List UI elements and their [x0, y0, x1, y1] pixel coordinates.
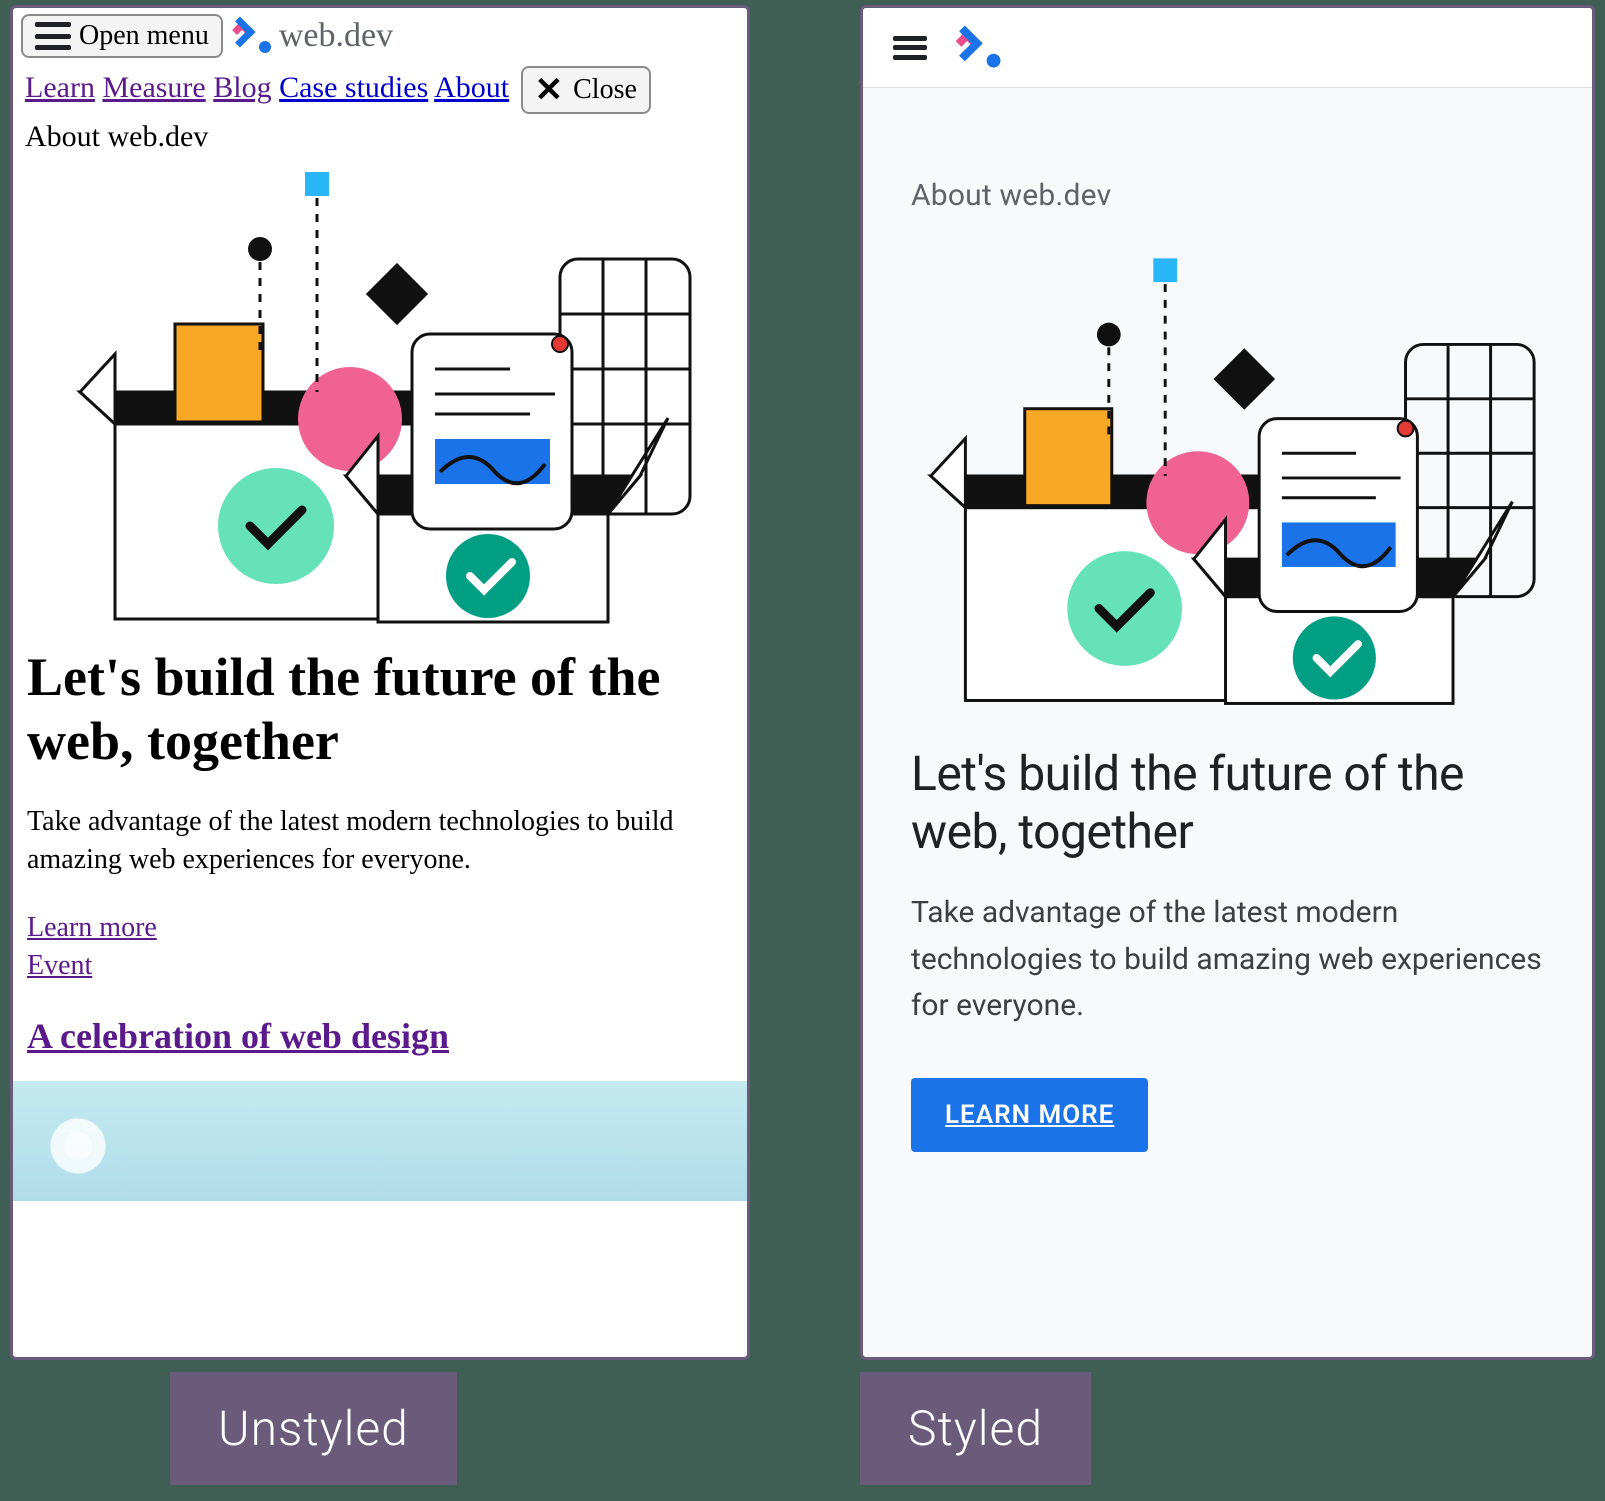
nav-blog[interactable]: Blog	[213, 71, 271, 104]
unstyled-toolbar: Open menu web.dev	[13, 8, 747, 58]
event-link[interactable]: Event	[27, 947, 733, 985]
styled-body: About web.dev Let's build the future of …	[863, 88, 1592, 1152]
styled-headline: Let's build the future of the web, toget…	[911, 745, 1544, 860]
nav-about[interactable]: About	[434, 71, 509, 104]
nav-case-studies[interactable]: Case studies	[279, 71, 428, 104]
hamburger-icon[interactable]	[893, 36, 927, 60]
hero-illustration	[911, 233, 1544, 713]
close-menu-button[interactable]: ✕ Close	[521, 66, 651, 114]
brand-text: web.dev	[279, 17, 393, 55]
styled-subhead: Take advantage of the latest modern tech…	[911, 890, 1544, 1030]
open-menu-button[interactable]: Open menu	[21, 14, 223, 58]
nav-measure[interactable]: Measure	[102, 71, 205, 104]
close-icon: ✕	[535, 70, 564, 110]
unstyled-nav: Learn Measure Blog Case studies About ✕ …	[13, 58, 747, 114]
hamburger-icon	[35, 22, 71, 50]
learn-more-button[interactable]: LEARN MORE	[911, 1078, 1148, 1152]
styled-eyebrow: About web.dev	[911, 178, 1544, 213]
webdev-logo-icon	[229, 17, 267, 55]
open-menu-label: Open menu	[79, 20, 209, 52]
unstyled-headline: Let's build the future of the web, toget…	[13, 628, 747, 773]
unstyled-links: Learn more Event	[13, 879, 747, 985]
event-banner-image	[13, 1081, 747, 1201]
nav-learn[interactable]: Learn	[25, 71, 95, 104]
styled-panel: About web.dev Let's build the future of …	[860, 5, 1595, 1360]
label-unstyled: Unstyled	[170, 1372, 457, 1485]
close-label: Close	[573, 74, 637, 106]
unstyled-panel: Open menu web.dev Learn Measure Blog Cas…	[10, 5, 750, 1360]
webdev-logo-icon	[952, 26, 996, 70]
styled-header	[863, 8, 1592, 88]
hero-illustration	[13, 154, 747, 624]
event-heading: A celebration of web design	[13, 985, 747, 1057]
unstyled-eyebrow: About web.dev	[13, 114, 747, 154]
label-styled: Styled	[860, 1372, 1091, 1485]
event-title-link[interactable]: A celebration of web design	[27, 1016, 449, 1056]
unstyled-subhead: Take advantage of the latest modern tech…	[13, 773, 747, 879]
learn-more-link[interactable]: Learn more	[27, 909, 733, 947]
